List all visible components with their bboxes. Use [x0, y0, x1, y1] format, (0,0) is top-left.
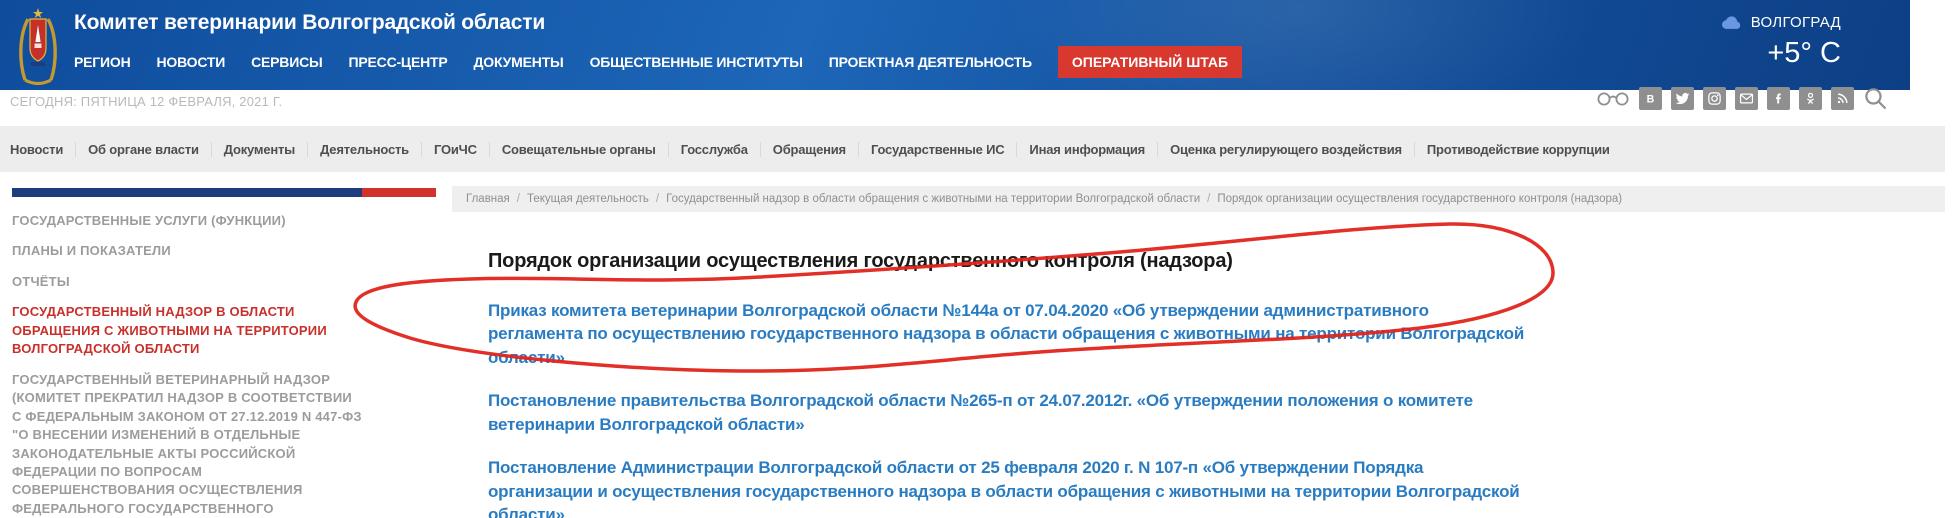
breadcrumb-current-activity[interactable]: Текущая деятельность — [527, 193, 649, 205]
vk-icon[interactable]: В — [1639, 87, 1662, 110]
sidebar-strip-blue — [12, 188, 362, 197]
secnav-appeals[interactable]: Обращения — [759, 141, 858, 157]
nav-operational-staff-button[interactable]: ОПЕРАТИВНЫЙ ШТАБ — [1057, 46, 1243, 78]
weather-temperature: +5° C — [1767, 37, 1841, 69]
nav-project-activity[interactable]: ПРОЕКТНАЯ ДЕЯТЕЛЬНОСТЬ — [829, 54, 1032, 70]
breadcrumb-separator: / — [655, 193, 660, 205]
secnav-other-info[interactable]: Иная информация — [1016, 141, 1157, 157]
breadcrumb-separator: / — [516, 193, 520, 205]
sidebar-menu: ГОСУДАРСТВЕННЫЕ УСЛУГИ (ФУНКЦИИ) ПЛАНЫ И… — [12, 212, 364, 518]
sidebar-item-reports[interactable]: ОТЧЁТЫ — [12, 273, 364, 291]
page-title: Порядок организации осуществления госуда… — [488, 250, 1233, 272]
nav-region[interactable]: РЕГИОН — [74, 54, 131, 70]
nav-documents[interactable]: ДОКУМЕНТЫ — [474, 54, 564, 70]
secnav-advisory-bodies[interactable]: Совещательные органы — [488, 141, 668, 157]
secnav-state-is[interactable]: Государственные ИС — [857, 141, 1016, 157]
main-nav: РЕГИОН НОВОСТИ СЕРВИСЫ ПРЕСС-ЦЕНТР ДОКУМ… — [74, 46, 1243, 78]
sidebar-item-veterinary-supervision[interactable]: ГОСУДАРСТВЕННЫЙ ВЕТЕРИНАРНЫЙ НАДЗОР (КОМ… — [12, 371, 364, 518]
accessibility-glasses-icon[interactable] — [1596, 90, 1630, 107]
nav-public-institutes[interactable]: ОБЩЕСТВЕННЫЕ ИНСТИТУТЫ — [590, 54, 803, 70]
section-nav: Новости Об органе власти Документы Деяте… — [0, 126, 1945, 172]
secnav-civil-defense[interactable]: ГОиЧС — [420, 141, 489, 157]
secnav-documents[interactable]: Документы — [210, 141, 307, 157]
volgograd-coat-of-arms-logo — [19, 8, 57, 86]
sidebar-top-strip — [12, 188, 436, 197]
facebook-icon[interactable] — [1767, 87, 1790, 110]
nav-press-center[interactable]: ПРЕСС-ЦЕНТР — [349, 54, 448, 70]
secnav-about-authority[interactable]: Об органе власти — [75, 141, 211, 157]
secnav-regulatory-impact[interactable]: Оценка регулирующего воздействия — [1157, 141, 1414, 157]
secnav-civil-service[interactable]: Госслужба — [667, 141, 760, 157]
breadcrumb: Главная / Текущая деятельность / Государ… — [452, 186, 1945, 212]
main-content: Порядок организации осуществления госуда… — [488, 250, 1528, 518]
page: Комитет ветеринарии Волгоградской област… — [0, 0, 1954, 518]
email-icon[interactable] — [1735, 87, 1758, 110]
breadcrumb-current-page: Порядок организации осуществления госуда… — [1217, 193, 1623, 205]
breadcrumb-separator: / — [1207, 193, 1211, 205]
rss-icon[interactable] — [1831, 87, 1854, 110]
sidebar-strip-red — [362, 188, 436, 197]
social-bar: В — [1596, 86, 1888, 111]
search-icon[interactable] — [1863, 86, 1888, 111]
odnoklassniki-icon[interactable] — [1799, 87, 1822, 110]
site-header: Комитет ветеринарии Волгоградской област… — [0, 0, 1910, 90]
weather-city: ВОЛГОГРАД — [1750, 14, 1841, 31]
weather-widget: ВОЛГОГРАД +5° C — [1721, 14, 1841, 70]
doc-link-resolution-107p[interactable]: Постановление Администрации Волгоградско… — [488, 456, 1528, 518]
today-date: СЕГОДНЯ: ПЯТНИЦА 12 ФЕВРАЛЯ, 2021 Г. — [10, 94, 283, 109]
breadcrumb-animal-supervision[interactable]: Государственный надзор в области обращен… — [666, 193, 1200, 205]
cloud-icon — [1721, 16, 1740, 29]
site-title[interactable]: Комитет ветеринарии Волгоградской област… — [74, 11, 545, 35]
instagram-icon[interactable] — [1703, 87, 1726, 110]
twitter-icon[interactable] — [1671, 87, 1694, 110]
sidebar-item-animal-supervision-active[interactable]: ГОСУДАРСТВЕННЫЙ НАДЗОР В ОБЛАСТИ ОБРАЩЕН… — [12, 303, 364, 358]
breadcrumb-home[interactable]: Главная — [466, 193, 510, 205]
doc-link-order-144a[interactable]: Приказ комитета ветеринарии Волгоградско… — [488, 299, 1528, 369]
nav-services[interactable]: СЕРВИСЫ — [251, 54, 323, 70]
sidebar-item-plans-indicators[interactable]: ПЛАНЫ И ПОКАЗАТЕЛИ — [12, 242, 364, 260]
secnav-anti-corruption[interactable]: Противодействие коррупции — [1413, 141, 1622, 157]
nav-news[interactable]: НОВОСТИ — [156, 54, 225, 70]
sidebar-item-state-services[interactable]: ГОСУДАРСТВЕННЫЕ УСЛУГИ (ФУНКЦИИ) — [12, 212, 364, 230]
secnav-news[interactable]: Новости — [10, 142, 75, 157]
doc-link-resolution-265p[interactable]: Постановление правительства Волгоградско… — [488, 389, 1528, 436]
svg-text:В: В — [1647, 93, 1655, 105]
secnav-activity[interactable]: Деятельность — [307, 141, 421, 157]
